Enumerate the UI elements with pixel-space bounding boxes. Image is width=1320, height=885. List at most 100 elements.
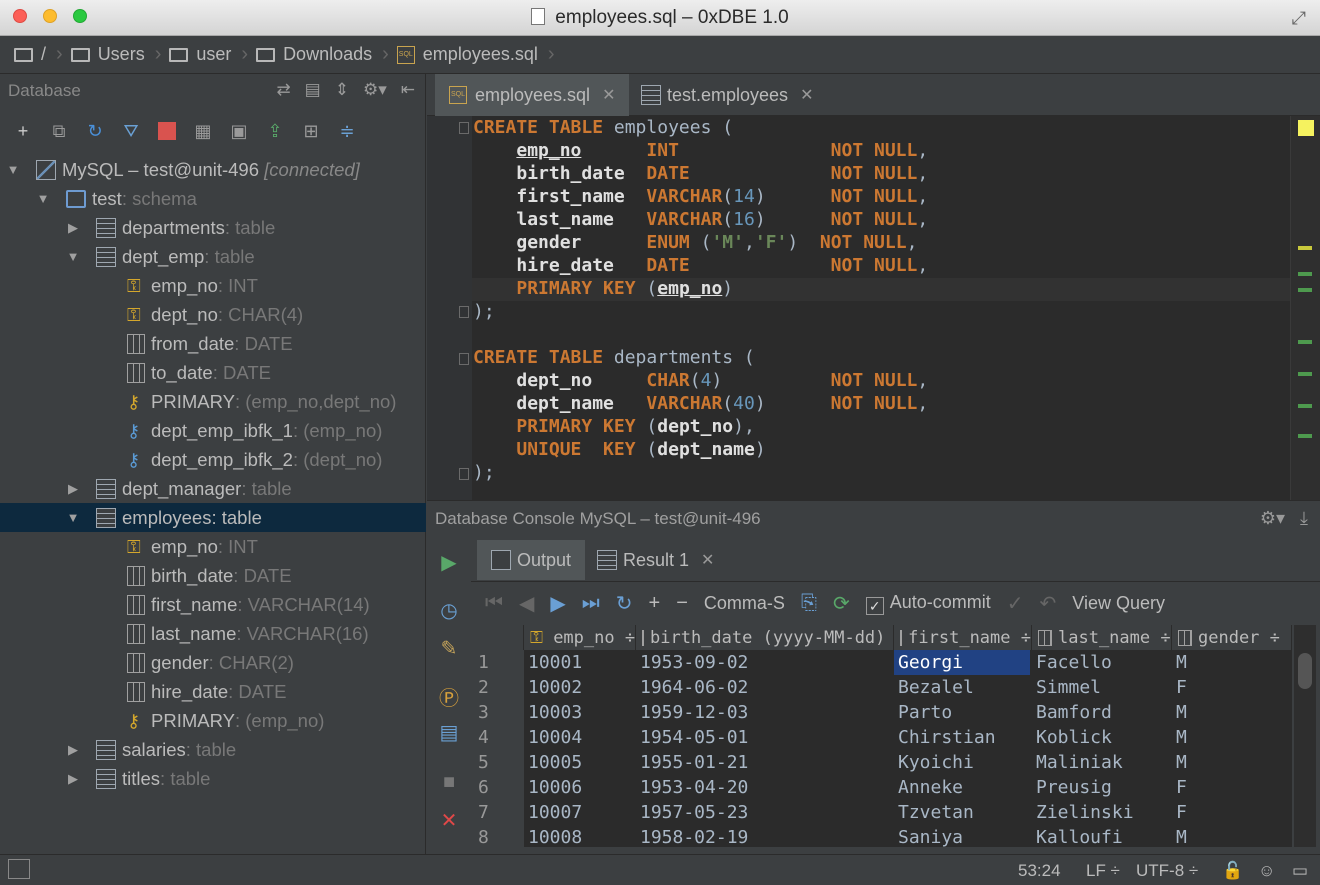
tab-output[interactable]: Output xyxy=(477,540,586,580)
autocommit-checkbox[interactable]: ✓ Auto-commit xyxy=(865,592,991,615)
column-header-gender[interactable]: gender ÷ xyxy=(1172,625,1292,650)
console-settings-icon[interactable]: ⚙▾ xyxy=(1260,508,1285,528)
breadcrumb-user[interactable]: user xyxy=(169,44,231,65)
tree-node-column[interactable]: birth_date: DATE xyxy=(0,561,426,590)
tree-node-column[interactable]: first_name: VARCHAR(14) xyxy=(0,590,426,619)
close-console-icon[interactable]: ✕ xyxy=(437,808,461,832)
table-row[interactable]: 1 10001 1953-09-02 Georgi Facello M xyxy=(474,650,1292,675)
settings-icon[interactable]: ⚙▾ xyxy=(363,80,387,100)
table-row[interactable]: 7 10007 1957-05-23 Tzvetan Zielinski F xyxy=(474,800,1292,825)
tree-node-dept-manager[interactable]: ▶ dept_manager: table xyxy=(0,474,426,503)
tree-node-salaries[interactable]: ▶ salaries: table xyxy=(0,735,426,764)
add-row-icon[interactable]: + xyxy=(649,592,661,615)
table-row[interactable]: 2 10002 1964-06-02 Bezalel Simmel F xyxy=(474,675,1292,700)
download-icon[interactable]: ⤓ xyxy=(1300,508,1308,528)
fold-icon[interactable] xyxy=(459,468,469,480)
last-page-icon[interactable]: ⏭ xyxy=(582,592,600,615)
error-stripe[interactable] xyxy=(1290,116,1320,500)
tree-node-schema[interactable]: ▼ test: schema xyxy=(0,184,426,213)
breadcrumb-root[interactable]: / xyxy=(14,44,46,65)
result-grid[interactable]: ⚿ emp_no ÷ birth_date (yyyy-MM-dd) ÷ fir… xyxy=(474,625,1292,847)
tree-node-foreign-key[interactable]: ⚷ dept_emp_ibfk_1: (emp_no) xyxy=(0,416,426,445)
table-row[interactable]: 5 10005 1955-01-21 Kyoichi Maliniak M xyxy=(474,750,1292,775)
tree-node-primary-key[interactable]: ⚷ PRIMARY: (emp_no) xyxy=(0,706,426,735)
console-icon[interactable]: ▣ xyxy=(228,120,250,142)
column-header-last-name[interactable]: last_name ÷ xyxy=(1032,625,1172,650)
tree-node-dept-emp[interactable]: ▼ dept_emp: table xyxy=(0,242,426,271)
layout-icon[interactable]: ▤ xyxy=(437,720,461,744)
fold-icon[interactable] xyxy=(459,353,469,365)
tree-node-column[interactable]: from_date: DATE xyxy=(0,329,426,358)
tree-node-primary-key[interactable]: ⚷ PRIMARY: (emp_no,dept_no) xyxy=(0,387,426,416)
format-select[interactable]: Comma-S xyxy=(704,593,785,614)
tree-node-departments[interactable]: ▶ departments: table xyxy=(0,213,426,242)
stop-console-icon[interactable]: ■ xyxy=(437,770,461,794)
table-editor-icon[interactable]: ▦ xyxy=(192,120,214,142)
hide-panel-icon[interactable]: ⇤ xyxy=(401,80,415,100)
next-page-icon[interactable]: ▶ xyxy=(550,591,565,616)
history-icon[interactable]: ◷ xyxy=(437,598,461,622)
tools-icon[interactable]: ✎ xyxy=(437,636,461,660)
view-query-button[interactable]: View Query xyxy=(1072,593,1165,614)
inspector-icon[interactable]: ☺ xyxy=(1258,861,1275,881)
reload-icon[interactable]: ↻ xyxy=(616,591,633,616)
table-row[interactable]: 3 10003 1959-12-03 Parto Bamford M xyxy=(474,700,1292,725)
query-icon[interactable]: ▤ xyxy=(305,80,321,100)
previous-page-icon[interactable]: ◀ xyxy=(519,591,534,616)
event-log-icon[interactable]: ▭ xyxy=(1292,861,1308,881)
column-header-birth-date[interactable]: birth_date (yyyy-MM-dd) ÷ xyxy=(636,625,906,650)
close-tab-icon[interactable]: ✕ xyxy=(701,550,714,570)
line-separator-select[interactable]: LF ÷ xyxy=(1086,861,1120,881)
tree-node-column[interactable]: gender: CHAR(2) xyxy=(0,648,426,677)
duplicate-icon[interactable]: ⧉ xyxy=(48,120,70,142)
stop-icon[interactable] xyxy=(156,120,178,142)
fullscreen-icon[interactable]: ⤢ xyxy=(1292,8,1306,29)
fold-icon[interactable] xyxy=(459,122,469,134)
close-tab-icon[interactable]: ✕ xyxy=(800,85,813,105)
breadcrumb-users[interactable]: Users xyxy=(70,44,145,65)
collapse-icon[interactable]: ≑ xyxy=(336,120,358,142)
commit-check-icon[interactable]: ✓ xyxy=(1007,591,1024,616)
delete-row-icon[interactable]: − xyxy=(676,592,688,615)
ddl-icon[interactable]: ⇪ xyxy=(264,120,286,142)
tree-node-foreign-key[interactable]: ⚷ dept_emp_ibfk_2: (dept_no) xyxy=(0,445,426,474)
tree-node-datasource[interactable]: ▼ MySQL – test@unit-496 [connected] xyxy=(0,155,426,184)
table-row[interactable]: 6 10006 1953-04-20 Anneke Preusig F xyxy=(474,775,1292,800)
run-icon[interactable]: ▶ xyxy=(437,550,461,574)
lock-icon[interactable]: 🔓 xyxy=(1222,861,1243,881)
column-header-emp-no[interactable]: ⚿ emp_no ÷ xyxy=(524,625,636,650)
encoding-select[interactable]: UTF-8 ÷ xyxy=(1136,861,1198,881)
tree-node-column[interactable]: hire_date: DATE xyxy=(0,677,426,706)
diagram-icon[interactable]: ⊞ xyxy=(300,120,322,142)
tab-employees-sql[interactable]: SQL employees.sql ✕ xyxy=(435,74,630,116)
collapse-all-icon[interactable]: ⇕ xyxy=(335,80,349,100)
breadcrumb-downloads[interactable]: Downloads xyxy=(256,44,372,65)
tab-result-1[interactable]: Result 1 ✕ xyxy=(583,540,728,580)
tab-test-employees[interactable]: test.employees ✕ xyxy=(627,74,827,116)
filter-icon[interactable]: ⛛ xyxy=(120,120,142,142)
tree-node-employees[interactable]: ▼ employees: table xyxy=(0,503,426,532)
code-editor[interactable]: CREATE TABLE employees ( emp_no INT NOT … xyxy=(427,116,1320,500)
refresh-icon[interactable]: ↻ xyxy=(84,120,106,142)
tool-windows-icon[interactable] xyxy=(8,859,30,879)
parameters-icon[interactable]: Ⓟ xyxy=(437,684,461,710)
close-tab-icon[interactable]: ✕ xyxy=(602,85,615,105)
column-header-first-name[interactable]: first_name ÷ xyxy=(894,625,1032,650)
tree-node-column[interactable]: ⚿ emp_no: INT xyxy=(0,532,426,561)
breadcrumb-file[interactable]: SQL employees.sql xyxy=(396,44,538,65)
tree-node-titles[interactable]: ▶ titles: table xyxy=(0,764,426,793)
grid-scrollbar[interactable] xyxy=(1294,625,1316,847)
tree-node-column[interactable]: ⚿ dept_no: CHAR(4) xyxy=(0,300,426,329)
caret-position[interactable]: 53:24 xyxy=(1018,861,1061,881)
fold-icon[interactable] xyxy=(459,306,469,318)
scrollbar-thumb[interactable] xyxy=(1298,653,1312,689)
tree-node-column[interactable]: last_name: VARCHAR(16) xyxy=(0,619,426,648)
copy-icon[interactable]: ⎘ xyxy=(801,592,817,615)
rollback-icon[interactable]: ↶ xyxy=(1040,591,1057,616)
tree-node-column[interactable]: ⚿ emp_no: INT xyxy=(0,271,426,300)
add-icon[interactable]: + xyxy=(12,120,34,142)
table-row[interactable]: 4 10004 1954-05-01 Chirstian Koblick M xyxy=(474,725,1292,750)
table-row[interactable]: 8 10008 1958-02-19 Saniya Kalloufi M xyxy=(474,825,1292,847)
commit-icon[interactable]: ⟳ xyxy=(833,591,850,616)
first-page-icon[interactable]: ⏮ xyxy=(485,592,503,615)
